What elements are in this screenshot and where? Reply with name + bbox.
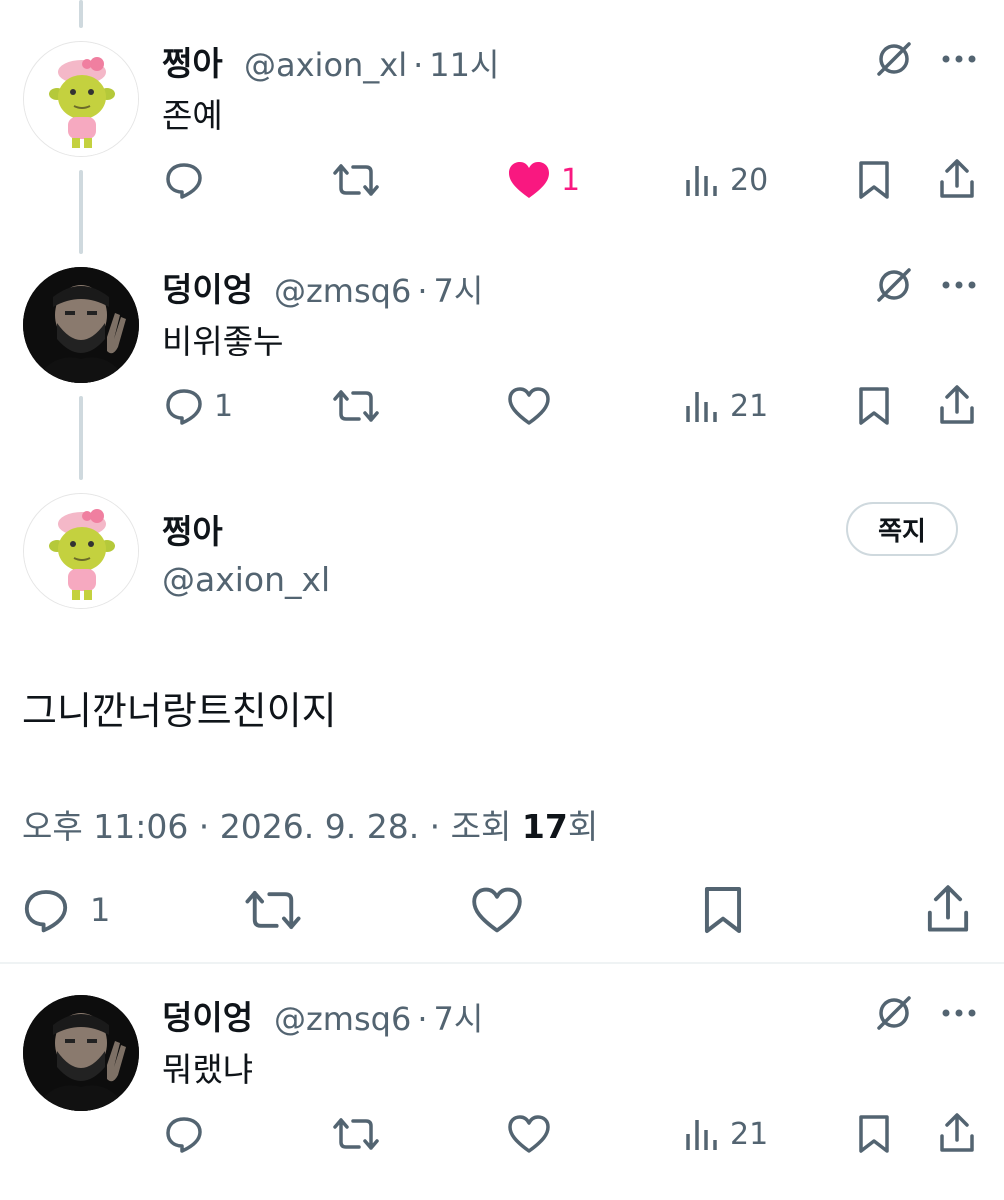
- post-time[interactable]: 11시: [429, 46, 499, 84]
- bookmark-button[interactable]: [857, 1114, 891, 1154]
- author-name[interactable]: 덩이엉: [162, 991, 253, 1039]
- views-button[interactable]: 21: [684, 388, 768, 424]
- bookmark-button[interactable]: [702, 885, 744, 935]
- reply-count: 1: [90, 891, 111, 929]
- reply-icon: [164, 160, 204, 200]
- bookmark-icon: [857, 1114, 891, 1154]
- share-button[interactable]: [938, 158, 976, 200]
- avatar[interactable]: [23, 995, 139, 1111]
- retweet-icon: [333, 388, 379, 424]
- bookmark-icon: [702, 885, 744, 935]
- share-button[interactable]: [938, 1112, 976, 1154]
- grok-icon[interactable]: [875, 266, 913, 304]
- like-button[interactable]: [470, 886, 524, 934]
- more-icon[interactable]: [941, 280, 977, 290]
- thread-line-1: [79, 170, 83, 254]
- retweet-button[interactable]: [333, 162, 379, 198]
- share-icon: [925, 883, 971, 935]
- share-icon: [938, 1112, 976, 1154]
- views-suffix: 회: [567, 807, 599, 846]
- post-detail-line: 오후 11:06 · 2026. 9. 28. · 조회 17회: [22, 800, 598, 848]
- share-icon: [938, 158, 976, 200]
- views-button[interactable]: 20: [684, 162, 768, 198]
- retweet-button[interactable]: [333, 1116, 379, 1152]
- post-text: 존예: [162, 96, 223, 135]
- retweet-icon: [333, 162, 379, 198]
- more-icon[interactable]: [941, 1008, 977, 1018]
- author-meta: @zmsq6 · 7시: [274, 994, 483, 1040]
- like-icon: [507, 1114, 551, 1154]
- retweet-icon: [333, 1116, 379, 1152]
- reply-icon: [164, 1114, 204, 1154]
- views-icon: [684, 162, 720, 198]
- author-meta: @axion_xl · 11시: [244, 40, 499, 86]
- author-handle[interactable]: @zmsq6: [274, 1000, 411, 1038]
- views-icon: [684, 1116, 720, 1152]
- like-icon: [507, 160, 551, 200]
- views-count: 20: [730, 162, 769, 198]
- post-timestamp[interactable]: 오후 11:06 · 2026. 9. 28. · 조회: [22, 807, 522, 846]
- share-button[interactable]: [938, 384, 976, 426]
- bookmark-icon: [857, 386, 891, 426]
- like-button[interactable]: [507, 1114, 551, 1154]
- post-text: 비위좋누: [162, 322, 284, 361]
- avatar[interactable]: [23, 41, 139, 157]
- like-icon: [507, 386, 551, 426]
- like-button[interactable]: [507, 386, 551, 426]
- bookmark-icon: [857, 160, 891, 200]
- grok-icon[interactable]: [875, 40, 913, 78]
- views-count: 21: [730, 388, 769, 424]
- separator: ·: [413, 46, 424, 84]
- avatar[interactable]: [23, 493, 139, 609]
- retweet-button[interactable]: [333, 388, 379, 424]
- like-icon: [470, 886, 524, 934]
- grok-icon[interactable]: [875, 994, 913, 1032]
- separator: ·: [417, 1000, 428, 1038]
- reply-icon: [164, 386, 204, 426]
- dm-button[interactable]: 쪽지: [846, 502, 958, 556]
- reply-button[interactable]: 1: [22, 886, 110, 934]
- bookmark-button[interactable]: [857, 386, 891, 426]
- author-handle[interactable]: @axion_xl: [244, 46, 407, 84]
- retweet-button[interactable]: [245, 888, 301, 932]
- post-time[interactable]: 7시: [433, 272, 483, 310]
- author-meta: @zmsq6 · 7시: [274, 266, 483, 312]
- like-count: 1: [561, 162, 581, 198]
- views-icon: [684, 388, 720, 424]
- divider: [0, 962, 1004, 964]
- views-count: 21: [730, 1116, 769, 1152]
- thread-line-2: [79, 396, 83, 480]
- thread-line-top: [79, 0, 83, 28]
- bookmark-button[interactable]: [857, 160, 891, 200]
- post-time[interactable]: 7시: [433, 1000, 483, 1038]
- avatar[interactable]: [23, 267, 139, 383]
- reply-button[interactable]: 1: [164, 386, 233, 426]
- author-name[interactable]: 쩡아: [162, 37, 223, 85]
- reply-icon: [22, 886, 70, 934]
- more-icon[interactable]: [941, 54, 977, 64]
- author-name[interactable]: 쩡아: [162, 505, 223, 553]
- author-name[interactable]: 덩이엉: [162, 263, 253, 311]
- views-button[interactable]: 21: [684, 1116, 768, 1152]
- author-handle[interactable]: @zmsq6: [274, 272, 411, 310]
- share-icon: [938, 384, 976, 426]
- reply-button[interactable]: [164, 1114, 204, 1154]
- post-text: 뭐랬냐: [162, 1050, 254, 1089]
- reply-button[interactable]: [164, 160, 204, 200]
- share-button[interactable]: [925, 883, 971, 935]
- views-number: 17: [521, 807, 568, 846]
- reply-count: 1: [214, 388, 234, 424]
- author-handle[interactable]: @axion_xl: [162, 560, 330, 599]
- retweet-icon: [245, 888, 301, 932]
- post-text: 그니깐너랑트친이지: [22, 689, 337, 733]
- separator: ·: [417, 272, 428, 310]
- like-button[interactable]: 1: [507, 160, 580, 200]
